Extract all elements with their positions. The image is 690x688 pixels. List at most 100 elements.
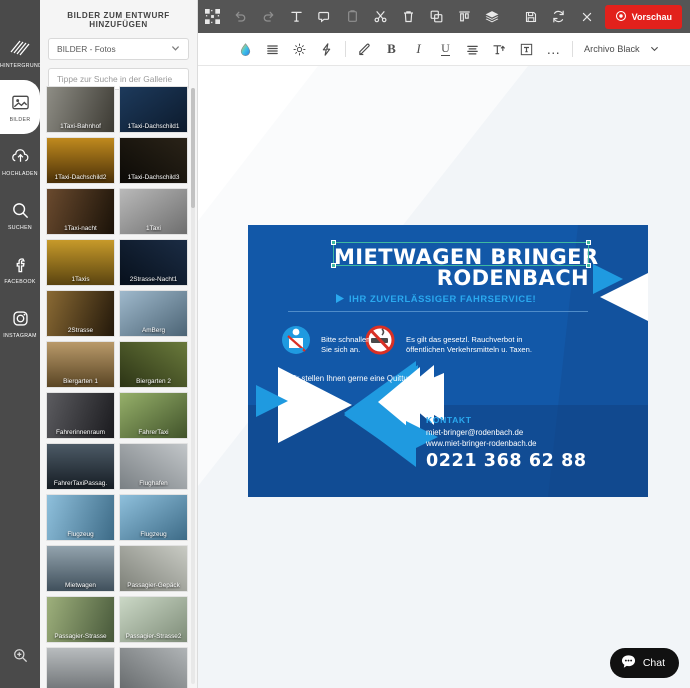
sidebar-item-suchen[interactable]: SUCHEN — [0, 188, 40, 242]
play-triangle-icon — [336, 294, 344, 305]
thumbnail-label: Biergarten 1 — [63, 378, 98, 385]
gallery-thumbnail[interactable]: AmBerg — [119, 290, 188, 337]
preview-button-label: Vorschau — [631, 11, 672, 22]
align-icon[interactable] — [459, 33, 486, 66]
design-canvas[interactable]: MIETWAGEN BRINGER RODENBACH IHR ZUVERLÄS… — [198, 66, 690, 688]
thumbnail-label: Mietwagen — [65, 582, 96, 589]
sidebar-item-hochladen[interactable]: HOCHLADEN — [0, 134, 40, 188]
flyer-note-receipt[interactable]: 1. Wir stellen Ihnen gerne eine Quittung… — [279, 374, 433, 384]
gallery-thumbnail[interactable]: 1Taxi-nacht — [46, 188, 115, 235]
gallery-thumbnail[interactable]: 1Taxi — [119, 188, 188, 235]
underline-glyph: U — [441, 41, 450, 56]
panel-scrollbar[interactable] — [191, 88, 195, 684]
flyer-divider — [288, 311, 588, 312]
layers-icon[interactable] — [478, 0, 506, 33]
category-select-value: BILDER - Fotos — [57, 44, 116, 54]
redo-icon[interactable] — [254, 0, 282, 33]
gallery-thumbnail[interactable] — [119, 647, 188, 688]
gallery-thumbnail[interactable]: 1Taxi-Dachschild3 — [119, 137, 188, 184]
zoom-in-icon[interactable] — [0, 640, 40, 670]
text-icon[interactable] — [282, 0, 310, 33]
sidebar-item-facebook[interactable]: FACEBOOK — [0, 242, 40, 296]
gallery-thumbnail[interactable]: Fahrerinnenraum — [46, 392, 115, 439]
text-size-icon[interactable] — [486, 33, 513, 66]
effects-bolt-icon[interactable] — [313, 33, 340, 66]
gallery-thumbnail[interactable]: 1Taxis — [46, 239, 115, 286]
color-drop-icon[interactable] — [232, 33, 259, 66]
flyer-design[interactable]: MIETWAGEN BRINGER RODENBACH IHR ZUVERLÄS… — [248, 225, 648, 497]
save-icon[interactable] — [517, 0, 545, 33]
gallery-thumbnail[interactable]: 1Taxi-Dachschild1 — [119, 86, 188, 133]
flyer-note-seatbelt[interactable]: Bitte schnallen Sie sich an. — [321, 335, 370, 355]
stripes-icon — [9, 37, 31, 59]
refresh-icon[interactable] — [545, 0, 573, 33]
gallery-thumbnail[interactable]: FahrerTaxi — [119, 392, 188, 439]
thumbnail-label: AmBerg — [141, 327, 166, 334]
sidebar-item-hintergrund[interactable]: HINTERGRUND — [0, 26, 40, 80]
gallery-thumbnail[interactable]: 1Taxi-Dachschild2 — [46, 137, 115, 184]
thumbnail-grid-scroll[interactable]: 1Taxi-Bahnhof 1Taxi-Dachschild1 1Taxi-Dach… — [46, 86, 192, 688]
paste-icon[interactable] — [338, 0, 366, 33]
text-box-icon[interactable] — [513, 33, 540, 66]
image-icon — [9, 91, 31, 113]
gallery-thumbnail[interactable]: 2Strasse — [46, 290, 115, 337]
flyer-subtitle-row[interactable]: IHR ZUVERLÄSSIGER FAHRSERVICE! — [336, 293, 536, 305]
gallery-thumbnail[interactable]: Biergarten 2 — [119, 341, 188, 388]
undo-icon[interactable] — [226, 0, 254, 33]
thumbnail-label: Flughafen — [139, 480, 168, 487]
close-icon[interactable] — [573, 0, 601, 33]
thumbnail-image — [120, 648, 187, 688]
flyer-contact-email[interactable]: miet-bringer@rodenbach.de — [426, 428, 523, 437]
font-family-value: Archivo Black — [584, 44, 640, 54]
bold-icon[interactable]: B — [378, 33, 405, 66]
gallery-thumbnail[interactable] — [46, 647, 115, 688]
sidebar-item-bilder[interactable]: BILDER — [0, 80, 40, 134]
gallery-thumbnail[interactable]: Passagier-Strasse — [46, 596, 115, 643]
gallery-thumbnail[interactable]: Flughafen — [119, 443, 188, 490]
gallery-thumbnail[interactable]: Passagier-Gepäck — [119, 545, 188, 592]
list-lines-icon[interactable] — [259, 33, 286, 66]
chat-widget-button[interactable]: Chat — [609, 648, 679, 678]
gallery-thumbnail[interactable]: Passagier-Strasse2 — [119, 596, 188, 643]
underline-icon[interactable]: U — [432, 33, 459, 66]
gallery-thumbnail[interactable]: 1Taxi-Bahnhof — [46, 86, 115, 133]
scissors-icon[interactable] — [366, 0, 394, 33]
thumbnail-label: 2Strasse-Nacht1 — [129, 276, 178, 283]
pen-icon[interactable] — [351, 33, 378, 66]
chat-label: Chat — [642, 657, 665, 669]
font-family-select[interactable]: Archivo Black — [584, 43, 660, 56]
brightness-icon[interactable] — [286, 33, 313, 66]
gallery-thumbnail[interactable]: Biergarten 1 — [46, 341, 115, 388]
flyer-note-smoking[interactable]: Es gilt das gesetzl. Rauchverbot in öffe… — [406, 335, 591, 355]
flyer-contact-phone[interactable]: 0221 368 62 88 — [426, 451, 587, 471]
sidebar-label-suchen: SUCHEN — [7, 225, 32, 231]
flyer-contact-heading[interactable]: KONTAKT — [426, 415, 472, 425]
thumbnail-label: 1Taxi-Dachschild1 — [127, 123, 180, 130]
sidebar-label-facebook: FACEBOOK — [4, 279, 36, 285]
duplicate-icon[interactable] — [422, 0, 450, 33]
toolbar-divider-2 — [572, 41, 573, 57]
thumbnail-label: 1Taxi-nacht — [64, 225, 97, 232]
gallery-thumbnail[interactable]: Mietwagen — [46, 545, 115, 592]
italic-icon[interactable]: I — [405, 33, 432, 66]
gallery-thumbnail[interactable]: FahrerTaxiPassag. — [46, 443, 115, 490]
align-top-icon[interactable] — [450, 0, 478, 33]
sidebar-item-instagram[interactable]: INSTAGRAM — [0, 296, 40, 350]
preview-button[interactable]: Vorschau — [604, 4, 682, 29]
gallery-thumbnail[interactable]: Flugzeug — [119, 494, 188, 541]
category-select[interactable]: BILDER - Fotos — [48, 38, 189, 60]
thumbnail-label: 1Taxi-Bahnhof — [60, 123, 101, 130]
flyer-title-line2[interactable]: RODENBACH — [334, 266, 589, 290]
gallery-thumbnail[interactable]: 2Strasse-Nacht1 — [119, 239, 188, 286]
thumbnail-label: Fahrerinnenraum — [55, 429, 106, 436]
thumbnail-label: 1Taxi-Dachschild3 — [127, 174, 180, 181]
flyer-contact-website[interactable]: www.miet-bringer-rodenbach.de — [426, 439, 537, 448]
thumbnail-label: Passagier-Strasse2 — [125, 633, 182, 640]
gallery-thumbnail[interactable]: Flugzeug — [46, 494, 115, 541]
more-glyph: … — [546, 40, 561, 57]
upload-cloud-icon — [9, 145, 31, 167]
qr-marker-icon[interactable] — [198, 0, 226, 33]
more-icon[interactable]: … — [540, 33, 567, 66]
trash-icon[interactable] — [394, 0, 422, 33]
shape-icon[interactable] — [310, 0, 338, 33]
